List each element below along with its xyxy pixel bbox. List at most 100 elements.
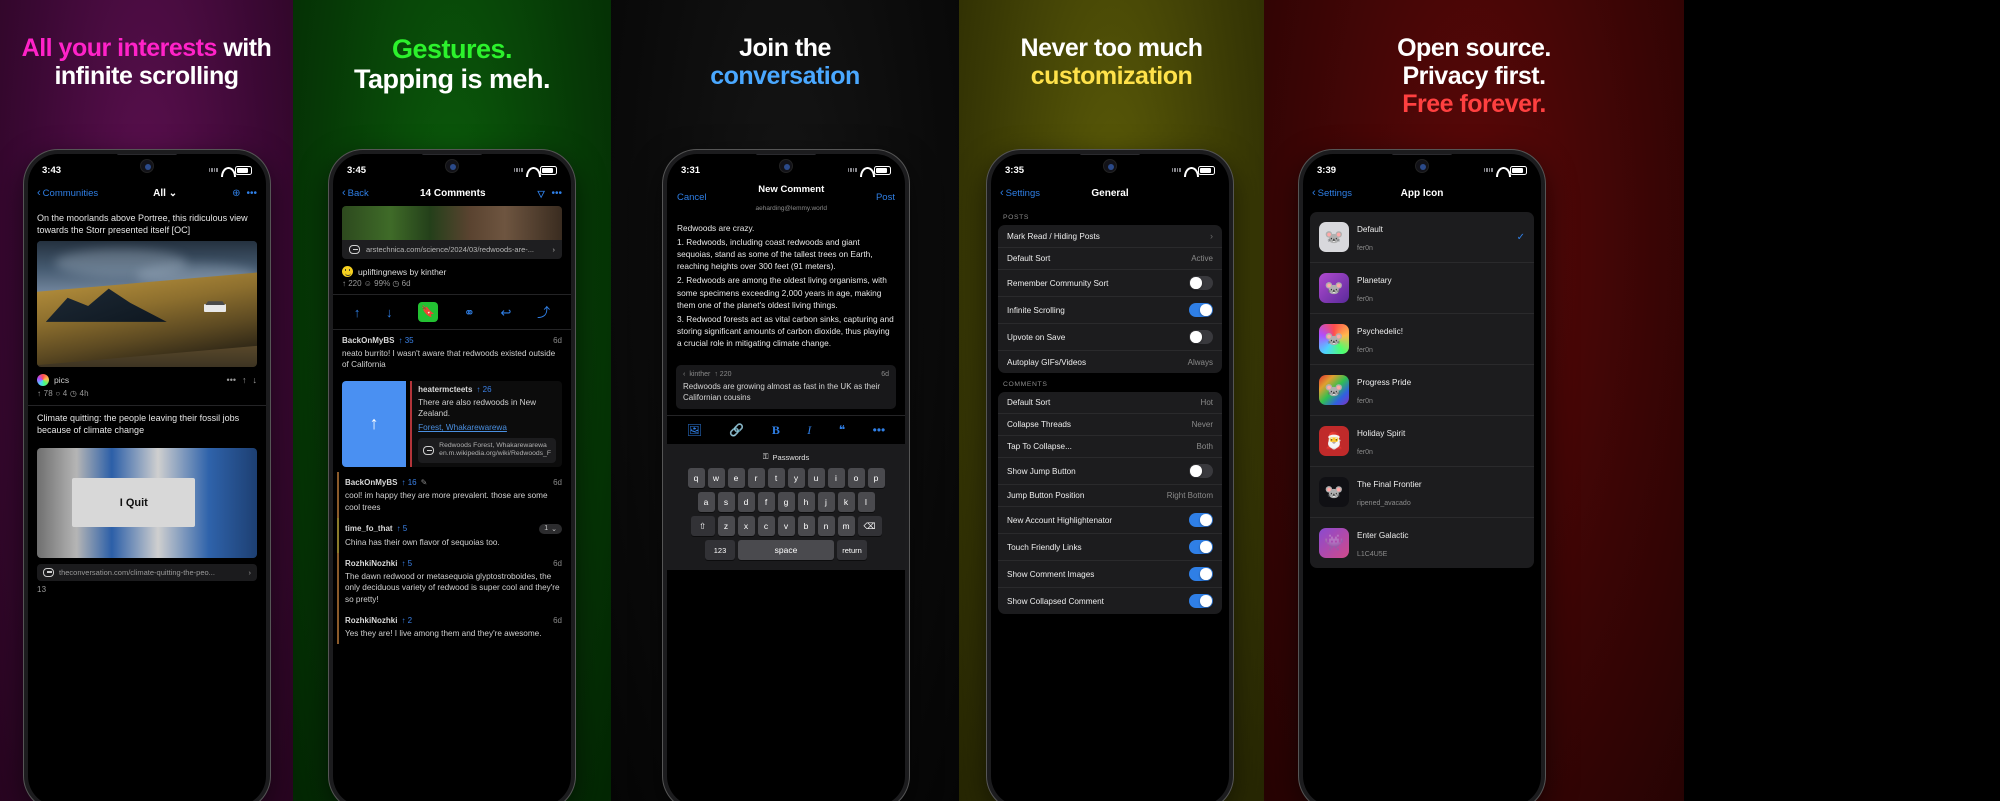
upvote-icon[interactable]: ↑	[242, 375, 247, 385]
key-p[interactable]: p	[867, 468, 885, 489]
key-i[interactable]: i	[827, 468, 845, 489]
save-icon[interactable]: 🔖	[418, 302, 439, 322]
key-r[interactable]: r	[747, 468, 765, 489]
key-c[interactable]: c	[757, 516, 775, 537]
comment-item[interactable]: RozhkiNozhki ↑ 2 6d Yes they are! I live…	[337, 610, 571, 645]
setting-row[interactable]: Infinite Scrolling	[998, 297, 1222, 324]
comment-author[interactable]: RozhkiNozhki	[345, 616, 397, 625]
key-q[interactable]: q	[687, 468, 705, 489]
more-icon[interactable]: •••	[246, 188, 257, 199]
feed-selector[interactable]: All ⌄	[153, 188, 177, 199]
setting-toggle[interactable]	[1189, 330, 1213, 344]
format-toolbar[interactable]: 🖼 🔗 B I ❝ •••	[667, 415, 905, 444]
setting-toggle[interactable]	[1189, 567, 1213, 581]
setting-row[interactable]: Tap To Collapse... Both	[998, 436, 1222, 458]
comment-item[interactable]: BackOnMyBS ↑ 35 6d neato burrito! I wasn…	[333, 330, 571, 376]
keyboard-row-2[interactable]: a s d f g h j k l	[670, 492, 902, 513]
app-icon-row[interactable]: 🐭 Progress Pride fer0n	[1310, 365, 1534, 416]
comment-item[interactable]: time_fo_that ↑ 5 1 ⌄ China has their own…	[337, 517, 571, 554]
post-thumbnail[interactable]	[342, 206, 562, 240]
setting-row[interactable]: Show Comment Images	[998, 561, 1222, 588]
setting-toggle[interactable]	[1189, 513, 1213, 527]
composer-textarea[interactable]: Redwoods are crazy. 1. Redwoods, includi…	[667, 214, 905, 359]
swipe-upvote-action[interactable]: ↑	[342, 380, 407, 468]
keyboard-suggestion-bar[interactable]: ⚿ Passwords	[670, 448, 902, 468]
key-m[interactable]: m	[837, 516, 855, 537]
setting-row[interactable]: Upvote on Save	[998, 324, 1222, 351]
post-action-bar[interactable]: ↑ ↓ 🔖 ⚭ ↩ ⤴	[333, 294, 571, 330]
comment-item[interactable]: BackOnMyBS ↑ 16 ✎ 6d cool! im happy they…	[337, 472, 571, 518]
image-icon[interactable]: 🖼	[687, 424, 702, 436]
more-icon[interactable]: •••	[873, 424, 886, 436]
setting-toggle[interactable]	[1189, 540, 1213, 554]
key-s[interactable]: s	[717, 492, 735, 513]
app-icon-row[interactable]: 🐭 Default fer0n ✓	[1310, 212, 1534, 263]
settings-body[interactable]: POSTS Mark Read / Hiding Posts › Default …	[991, 206, 1229, 801]
key-k[interactable]: k	[837, 492, 855, 513]
setting-row[interactable]: Remember Community Sort	[998, 270, 1222, 297]
comments-body[interactable]: arstechnica.com/science/2024/03/redwoods…	[333, 206, 571, 801]
comment-author[interactable]: heatermcteets	[418, 385, 472, 394]
keyboard-row-3[interactable]: ⇧ z x c v b n m ⌫	[670, 516, 902, 537]
back-button-settings[interactable]: ‹ Settings	[1312, 187, 1352, 199]
key-w[interactable]: w	[707, 468, 725, 489]
comment-link-card[interactable]: Redwoods Forest, Whakarewarewa en.m.wiki…	[418, 437, 556, 464]
setting-row[interactable]: Touch Friendly Links	[998, 534, 1222, 561]
key-x[interactable]: x	[737, 516, 755, 537]
setting-row[interactable]: Collapse Threads Never	[998, 414, 1222, 436]
feed-post-1[interactable]: On the moorlands above Portree, this rid…	[28, 206, 266, 405]
app-icon-row[interactable]: 👾 Enter Galactic L1C4U5E	[1310, 518, 1534, 568]
setting-row[interactable]: Default Sort Hot	[998, 392, 1222, 414]
app-icon-row[interactable]: 🎅 Holiday Spirit fer0n	[1310, 416, 1534, 467]
setting-toggle[interactable]	[1189, 303, 1213, 317]
post-image[interactable]: I Quit	[37, 447, 257, 558]
reply-icon[interactable]: ↩	[501, 306, 512, 319]
comment-author[interactable]: BackOnMyBS	[342, 336, 394, 345]
keyboard-row-1[interactable]: q w e r t y u i o p	[670, 468, 902, 489]
numbers-key[interactable]: 123	[705, 540, 735, 561]
setting-row[interactable]: Jump Button Position Right Bottom	[998, 485, 1222, 507]
key-v[interactable]: v	[777, 516, 795, 537]
on-screen-keyboard[interactable]: ⚿ Passwords q w e r t y u i o p a s d f …	[667, 444, 905, 571]
comment-link[interactable]: Forest, Whakarewarewa	[418, 423, 507, 432]
setting-row[interactable]: Show Jump Button	[998, 458, 1222, 485]
setting-row[interactable]: Mark Read / Hiding Posts ›	[998, 225, 1222, 248]
composer-body[interactable]: Redwoods are crazy. 1. Redwoods, includi…	[667, 214, 905, 801]
italic-icon[interactable]: I	[807, 424, 811, 436]
key-b[interactable]: b	[797, 516, 815, 537]
quote-icon[interactable]: ❝	[839, 424, 845, 436]
key-l[interactable]: l	[857, 492, 875, 513]
back-button-settings[interactable]: ‹ Settings	[1000, 187, 1040, 199]
back-button[interactable]: ‹ Back	[342, 187, 369, 199]
upvote-icon[interactable]: ↑	[354, 306, 361, 319]
key-o[interactable]: o	[847, 468, 865, 489]
key-y[interactable]: y	[787, 468, 805, 489]
key-t[interactable]: t	[767, 468, 785, 489]
key-u[interactable]: u	[807, 468, 825, 489]
post-button[interactable]: Post	[876, 192, 895, 203]
flame-icon[interactable]: 🜄	[537, 183, 546, 204]
post-link-bar[interactable]: theconversation.com/climate-quitting-the…	[37, 563, 257, 581]
back-button-communities[interactable]: ‹ Communities	[37, 187, 98, 199]
post-image[interactable]	[37, 241, 257, 368]
app-icon-list[interactable]: 🐭 Default fer0n ✓ 🐭 Planetary fer0n 🐭 Ps…	[1303, 206, 1541, 801]
key-h[interactable]: h	[797, 492, 815, 513]
key-n[interactable]: n	[817, 516, 835, 537]
key-a[interactable]: a	[697, 492, 715, 513]
space-key[interactable]: space	[738, 540, 834, 561]
feed-body[interactable]: On the moorlands above Portree, this rid…	[28, 206, 266, 801]
key-z[interactable]: z	[717, 516, 735, 537]
app-icon-row[interactable]: 🐭 Planetary fer0n	[1310, 263, 1534, 314]
setting-toggle[interactable]	[1189, 594, 1213, 608]
downvote-icon[interactable]: ↓	[253, 375, 258, 385]
app-icon-row[interactable]: 🐭 Psychedelic! fer0n	[1310, 314, 1534, 365]
comment-item-swiping[interactable]: ↑ heatermcteets ↑ 26 There are also redw…	[342, 380, 562, 468]
key-d[interactable]: d	[737, 492, 755, 513]
setting-row[interactable]: Show Collapsed Comment	[998, 588, 1222, 614]
comment-author[interactable]: RozhkiNozhki	[345, 559, 397, 568]
app-icon-row[interactable]: 🐭 The Final Frontier ripened_avacado	[1310, 467, 1534, 518]
key-f[interactable]: f	[757, 492, 775, 513]
setting-row[interactable]: Default Sort Active	[998, 248, 1222, 270]
setting-toggle[interactable]	[1189, 276, 1213, 290]
shift-key[interactable]: ⇧	[690, 516, 715, 537]
